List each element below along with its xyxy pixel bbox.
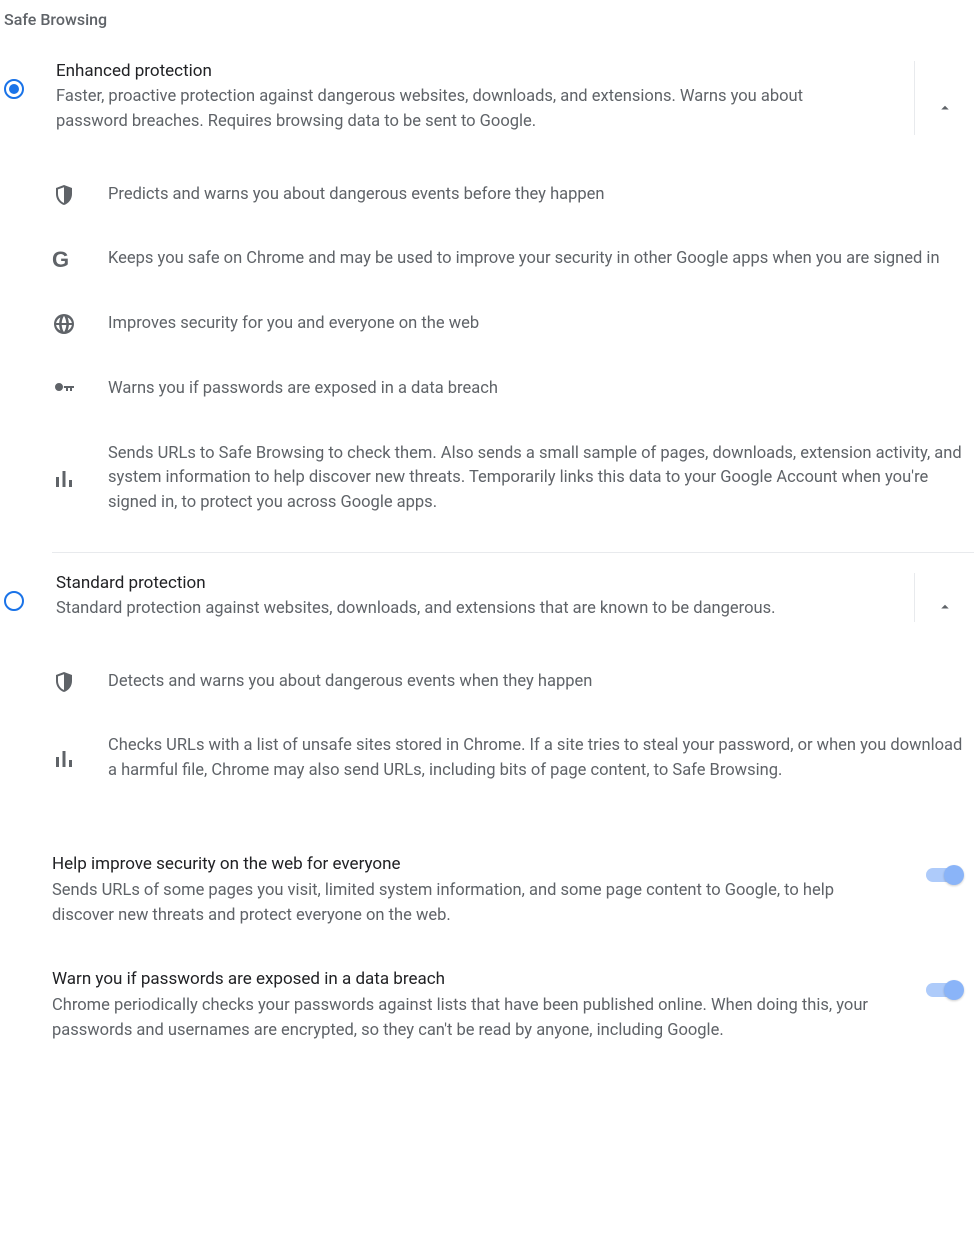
option-title: Standard protection	[56, 573, 914, 593]
feature-text: Detects and warns you about dangerous ev…	[108, 670, 964, 695]
section-title: Safe Browsing	[0, 0, 974, 53]
toggle-improve-security[interactable]	[926, 868, 962, 882]
sub-title: Help improve security on the web for eve…	[52, 854, 884, 874]
bar-chart-icon	[52, 467, 108, 491]
expand-standard[interactable]	[914, 573, 974, 622]
sub-desc: Chrome periodically checks your password…	[52, 993, 884, 1044]
radio-standard[interactable]	[4, 591, 24, 611]
sub-desc: Sends URLs of some pages you visit, limi…	[52, 878, 884, 929]
option-enhanced[interactable]: Enhanced protection Faster, proactive pr…	[0, 53, 974, 143]
divider	[52, 552, 974, 553]
feature-row: Detects and warns you about dangerous ev…	[52, 650, 974, 715]
sub-title: Warn you if passwords are exposed in a d…	[52, 969, 884, 989]
bar-chart-icon	[52, 747, 108, 771]
toggle-password-breach[interactable]	[926, 983, 962, 997]
feature-text: Predicts and warns you about dangerous e…	[108, 183, 964, 208]
shield-icon	[52, 670, 108, 694]
radio-enhanced[interactable]	[4, 79, 24, 99]
feature-text: Checks URLs with a list of unsafe sites …	[108, 734, 964, 784]
feature-text: Sends URLs to Safe Browsing to check the…	[108, 442, 964, 516]
feature-text: Keeps you safe on Chrome and may be used…	[108, 247, 964, 272]
globe-icon	[52, 312, 108, 336]
standard-sub-settings: Help improve security on the web for eve…	[0, 804, 974, 1064]
feature-row: Improves security for you and everyone o…	[52, 292, 974, 357]
feature-row: Predicts and warns you about dangerous e…	[52, 163, 974, 228]
feature-row: Warns you if passwords are exposed in a …	[52, 357, 974, 422]
chevron-up-icon	[936, 99, 954, 117]
chevron-up-icon	[936, 598, 954, 616]
option-desc: Faster, proactive protection against dan…	[56, 85, 856, 135]
shield-icon	[52, 183, 108, 207]
feature-row: Sends URLs to Safe Browsing to check the…	[52, 422, 974, 536]
google-g-icon: G	[52, 248, 108, 272]
sub-improve-security: Help improve security on the web for eve…	[52, 834, 974, 949]
feature-text: Improves security for you and everyone o…	[108, 312, 964, 337]
feature-text: Warns you if passwords are exposed in a …	[108, 377, 964, 402]
key-icon	[52, 377, 108, 401]
standard-features: Detects and warns you about dangerous ev…	[0, 630, 974, 804]
option-title: Enhanced protection	[56, 61, 914, 81]
option-desc: Standard protection against websites, do…	[56, 597, 856, 622]
option-standard[interactable]: Standard protection Standard protection …	[0, 565, 974, 630]
feature-row: G Keeps you safe on Chrome and may be us…	[52, 227, 974, 292]
sub-password-breach: Warn you if passwords are exposed in a d…	[52, 949, 974, 1064]
feature-row: Checks URLs with a list of unsafe sites …	[52, 714, 974, 804]
expand-enhanced[interactable]	[914, 61, 974, 135]
enhanced-features: Predicts and warns you about dangerous e…	[0, 143, 974, 536]
